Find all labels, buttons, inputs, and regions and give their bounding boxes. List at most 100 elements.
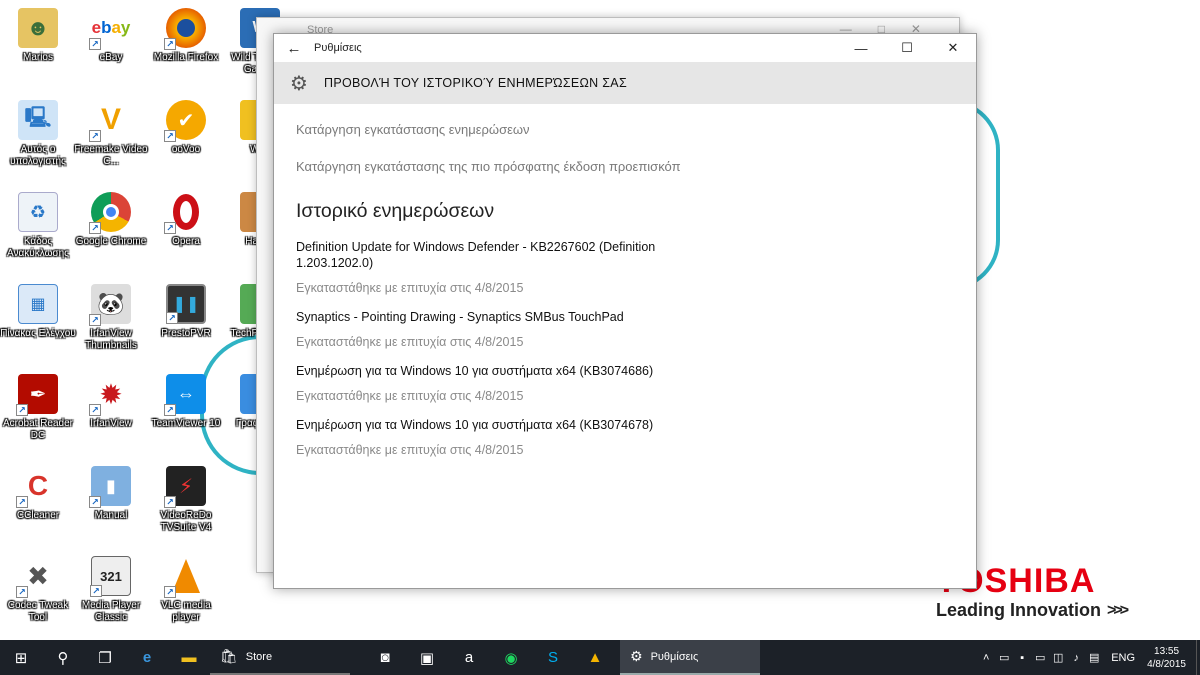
desktop-icon-acrobat[interactable]: ✒ ↗ Acrobat Reader DC <box>0 374 76 442</box>
tray-app-icon[interactable]: ▭ <box>995 651 1013 664</box>
desktop-icon-prestopvr[interactable]: ❚❚ ↗ PrestoPVR <box>148 284 224 340</box>
show-desktop-button[interactable] <box>1196 640 1200 675</box>
volume-icon[interactable]: ♪ <box>1067 652 1085 664</box>
taskbar-store-label: Store <box>245 650 273 663</box>
clock-date: 4/8/2015 <box>1147 658 1186 670</box>
freemake-icon: V ↗ <box>89 100 131 142</box>
store-bag-icon: 🛍 <box>220 648 238 664</box>
user-folder-icon: ☻ <box>18 8 58 48</box>
uninstall-preview-link[interactable]: Κατάργηση εγκατάστασης της πιο πρόσφατης… <box>296 159 954 174</box>
maximize-button[interactable]: ☐ <box>884 34 930 62</box>
update-name: Definition Update for Windows Defender -… <box>296 240 656 270</box>
control-panel-icon: ▦ <box>18 284 58 324</box>
desktop-icon-videoredo[interactable]: ⚡ ↗ VideoReDo TVSuite V4 <box>148 466 224 534</box>
desktop-icon-ebay[interactable]: ebay ↗ eBay <box>73 8 149 64</box>
chevron-up-icon[interactable]: ˄ <box>977 652 995 664</box>
tv-icon: ❚❚ ↗ <box>166 284 206 324</box>
desktop-icon-irfanview[interactable]: ✹ ↗ IrfanView <box>73 374 149 430</box>
desktop-icon-ccleaner[interactable]: C ↗ CCleaner <box>0 466 76 522</box>
desktop-icon-user[interactable]: ☻ Marios <box>0 8 76 64</box>
videoredo-icon: ⚡ ↗ <box>164 466 206 508</box>
opera-icon: ↗ <box>164 192 206 234</box>
update-item[interactable]: Ενημέρωση για τα Windows 10 για συστήματ… <box>296 417 696 457</box>
skype-icon[interactable]: S <box>532 640 574 675</box>
gear-icon: ⚙ <box>290 72 308 95</box>
gear-icon: ⚙ <box>630 648 643 664</box>
vlc-cone-icon: ↗ <box>164 556 206 598</box>
ccleaner-icon: C ↗ <box>16 466 58 508</box>
irfanview-icon: ✹ ↗ <box>89 374 131 416</box>
update-item[interactable]: Definition Update for Windows Defender -… <box>296 239 696 295</box>
update-item[interactable]: Synaptics - Pointing Drawing - Synaptics… <box>296 309 696 349</box>
desktop-icon-media-player-classic[interactable]: 321 ↗ Media Player Classic <box>73 556 149 624</box>
desktop-icon-control-panel[interactable]: ▦ Πίνακας Ελέγχου <box>0 284 76 340</box>
task-view-icon[interactable]: ❐ <box>84 640 126 675</box>
desktop-icon-vlc[interactable]: ↗ VLC media player <box>148 556 224 624</box>
notifications-icon[interactable]: ▤ <box>1085 651 1103 664</box>
panda-icon: 🐼 ↗ <box>89 284 131 326</box>
desktop-icon-oovoo[interactable]: ✔ ↗ ooVoo <box>148 100 224 156</box>
main-content: Κατάργηση εγκατάστασης ενημερώσεων Κατάρ… <box>274 104 976 457</box>
uninstall-updates-link[interactable]: Κατάργηση εγκατάστασης ενημερώσεων <box>296 122 954 137</box>
desktop-icon-irfanview-thumbnails[interactable]: 🐼 ↗ IrfanView Thumbnails <box>73 284 149 352</box>
update-status: Εγκαταστάθηκε με επιτυχία στις 4/8/2015 <box>296 281 524 295</box>
chrome-icon: ↗ <box>89 192 131 234</box>
toshiba-tagline: Leading Innovation <box>936 600 1101 620</box>
clock-time: 13:55 <box>1154 645 1180 657</box>
taskbar-settings-label: Ρυθμίσεις <box>650 650 699 663</box>
battery-icon[interactable]: ▭ <box>1031 651 1049 664</box>
desktop-icon-recycle-bin[interactable]: ♻ Κάδος Ανακύκλωσης <box>0 192 76 260</box>
update-history-heading: Ιστορικό ενημερώσεων <box>296 200 495 222</box>
update-name: Synaptics - Pointing Drawing - Synaptics… <box>296 310 624 324</box>
clock[interactable]: 13:55 4/8/2015 <box>1147 645 1186 671</box>
page-header: ⚙ ΠΡΟΒΟΛΉ ΤΟΥ ΙΣΤΟΡΙΚΟΎ ΕΝΗΜΕΡΏΣΕΩΝ ΣΑΣ <box>274 62 976 104</box>
spotify-icon[interactable]: ◉ <box>490 640 532 675</box>
ebay-icon: ebay ↗ <box>89 8 131 50</box>
taskbar-store-app[interactable]: 🛍 Store <box>210 640 350 675</box>
page-title: ΠΡΟΒΟΛΉ ΤΟΥ ΙΣΤΟΡΙΚΟΎ ΕΝΗΜΕΡΏΣΕΩΝ ΣΑΣ <box>324 76 627 90</box>
recycle-bin-icon: ♻ <box>18 192 58 232</box>
teamviewer-icon: ⇔ ↗ <box>164 374 206 416</box>
settings-window[interactable]: ← Ρυθμίσεις — ☐ ✕ ⚙ ΠΡΟΒΟΛΉ ΤΟΥ ΙΣΤΟΡΙΚΟ… <box>273 33 977 589</box>
firefox-icon: ↗ <box>164 8 206 50</box>
desktop-icon-this-pc[interactable]: 🖳 Αυτός ο υπολογιστής <box>0 100 76 168</box>
title-bar[interactable]: ← Ρυθμίσεις — ☐ ✕ <box>274 34 976 62</box>
update-item[interactable]: Ενημέρωση για τα Windows 10 για συστήματ… <box>296 363 696 403</box>
close-button[interactable]: ✕ <box>930 34 976 62</box>
taskbar-app-icon[interactable]: ◙ <box>364 640 406 675</box>
update-status: Εγκαταστάθηκε με επιτυχία στις 4/8/2015 <box>296 389 524 403</box>
network-icon[interactable]: ◫ <box>1049 651 1067 664</box>
desktop-icon-teamviewer[interactable]: ⇔ ↗ TeamViewer 10 <box>148 374 224 430</box>
toshiba-arrows: >>> <box>1107 601 1129 619</box>
amazon-icon[interactable]: a <box>448 640 490 675</box>
desktop-icon-chrome[interactable]: ↗ Google Chrome <box>73 192 149 248</box>
desktop-icon-manual[interactable]: ▮ ↗ Manual <box>73 466 149 522</box>
google-drive-icon[interactable]: ▲ <box>574 640 616 675</box>
start-windows-icon[interactable]: ⊞ <box>0 640 42 675</box>
search-icon[interactable]: ⚲ <box>42 640 84 675</box>
window-title: Ρυθμίσεις <box>314 42 362 54</box>
desktop-icon-codec-tweak[interactable]: ✖ ↗ Codec Tweak Tool <box>0 556 76 624</box>
system-tray: ˄ ▭ ▪ ▭ ◫ ♪ ▤ ENG 13:55 4/8/2015 <box>977 640 1200 675</box>
acrobat-icon: ✒ ↗ <box>16 374 58 416</box>
media-player-icon: 321 ↗ <box>90 556 131 597</box>
manual-book-icon: ▮ ↗ <box>89 466 131 508</box>
desktop-icon-freemake[interactable]: V ↗ Freemake Video C... <box>73 100 149 168</box>
desktop-icon-firefox[interactable]: ↗ Mozilla Firefox <box>148 8 224 64</box>
desktop-icon-opera[interactable]: ↗ Opera <box>148 192 224 248</box>
taskbar-photos-icon[interactable]: ▣ <box>406 640 448 675</box>
back-arrow-icon[interactable]: ← <box>274 40 314 57</box>
taskbar-settings-app[interactable]: ⚙ Ρυθμίσεις <box>620 640 760 675</box>
computer-icon: 🖳 <box>18 100 58 140</box>
tray-app-icon[interactable]: ▪ <box>1013 652 1031 664</box>
update-name: Ενημέρωση για τα Windows 10 για συστήματ… <box>296 364 654 378</box>
minimize-button[interactable]: — <box>838 34 884 62</box>
update-status: Εγκαταστάθηκε με επιτυχία στις 4/8/2015 <box>296 443 524 457</box>
edge-browser-icon[interactable]: e <box>126 640 168 675</box>
language-indicator[interactable]: ENG <box>1111 652 1135 664</box>
update-status: Εγκαταστάθηκε με επιτυχία στις 4/8/2015 <box>296 335 524 349</box>
tools-icon: ✖ ↗ <box>16 556 58 598</box>
update-name: Ενημέρωση για τα Windows 10 για συστήματ… <box>296 418 654 432</box>
file-explorer-icon[interactable]: ▬ <box>168 640 210 675</box>
taskbar: ⊞ ⚲ ❐ e ▬ 🛍 Store ◙ ▣ a ◉ S ▲ ⚙ Ρυθμίσει… <box>0 640 1200 675</box>
